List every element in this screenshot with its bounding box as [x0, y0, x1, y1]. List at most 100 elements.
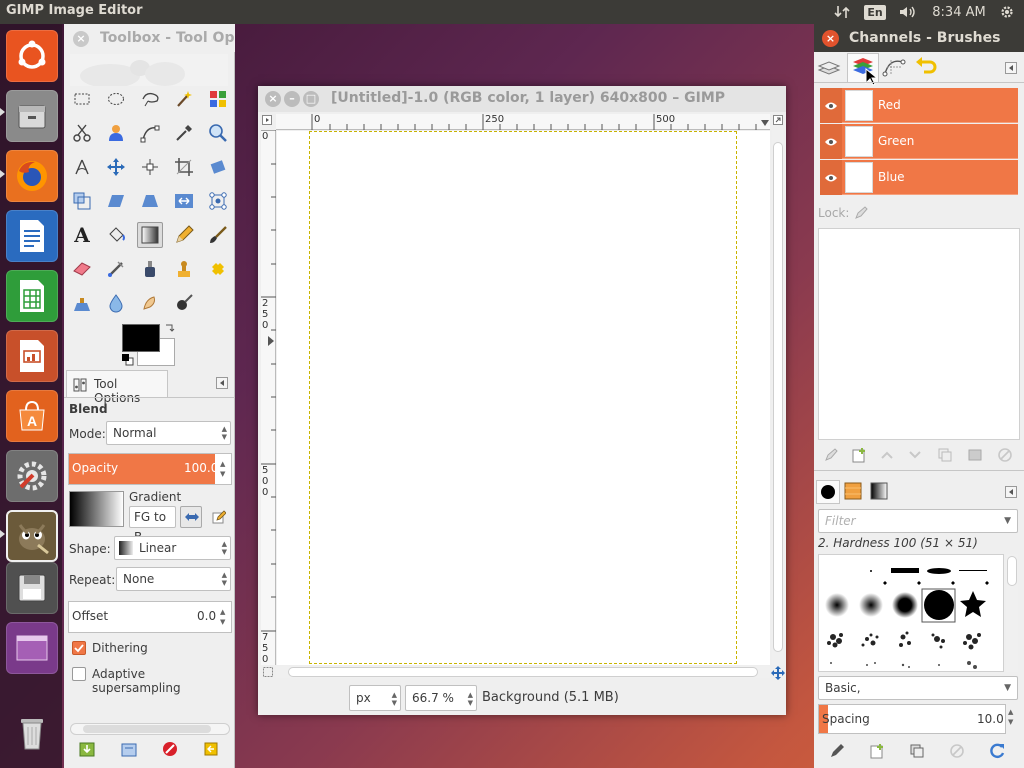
move-tool-icon[interactable] — [103, 154, 129, 180]
ink-tool-icon[interactable] — [137, 256, 163, 282]
paths-tool-icon[interactable] — [137, 120, 163, 146]
paintbrush-tool-icon[interactable] — [205, 222, 231, 248]
horizontal-scrollbar[interactable] — [70, 723, 230, 735]
eraser-tool-icon[interactable] — [69, 256, 95, 282]
repeat-select[interactable]: None ▲ ▼ — [116, 567, 231, 591]
perspective-tool-icon[interactable] — [137, 188, 163, 214]
delete-channel-icon[interactable] — [994, 444, 1016, 466]
maximize-icon[interactable]: □ — [303, 91, 319, 107]
save-tool-preset-icon[interactable] — [78, 740, 96, 758]
canvas-viewport[interactable] — [277, 131, 770, 665]
quick-mask-corner-icon[interactable] — [261, 114, 274, 128]
edit-gradient-icon[interactable] — [212, 510, 226, 524]
libreoffice-writer-icon[interactable] — [6, 210, 58, 262]
duplicate-brush-icon[interactable] — [906, 740, 928, 762]
save-disk-icon[interactable] — [6, 562, 58, 614]
libreoffice-calc-icon[interactable] — [6, 270, 58, 322]
scale-tool-icon[interactable] — [69, 188, 95, 214]
select-by-color-tool-icon[interactable] — [205, 86, 231, 112]
crop-tool-icon[interactable] — [171, 154, 197, 180]
flip-tool-icon[interactable] — [171, 188, 197, 214]
channel-row-red[interactable]: Red — [820, 88, 1018, 123]
navigate-icon[interactable] — [771, 666, 785, 680]
zoom-select[interactable]: 66.7 % ▲ ▼ — [405, 685, 477, 711]
unit-select[interactable]: px ▲ ▼ — [349, 685, 401, 711]
shape-select[interactable]: Linear ▲ ▼ — [114, 536, 231, 560]
dodge-burn-tool-icon[interactable] — [171, 290, 197, 316]
tab-paths-icon[interactable] — [881, 54, 911, 82]
channel-to-selection-icon[interactable] — [964, 444, 986, 466]
scrollbar-thumb[interactable] — [83, 725, 211, 733]
blur-sharpen-tool-icon[interactable] — [103, 290, 129, 316]
vertical-scrollbar[interactable] — [772, 130, 784, 665]
volume-icon[interactable] — [896, 0, 920, 24]
mode-select[interactable]: Normal ▲ ▼ — [106, 421, 231, 445]
raise-channel-icon[interactable] — [876, 444, 898, 466]
edit-brush-icon[interactable] — [826, 740, 848, 762]
files-icon[interactable] — [6, 90, 58, 142]
gimp-icon[interactable] — [6, 510, 58, 562]
measure-tool-icon[interactable] — [69, 154, 95, 180]
cage-transform-tool-icon[interactable] — [205, 188, 231, 214]
brush-filter-input[interactable]: Filter ▼ — [818, 509, 1018, 533]
offset-slider[interactable]: Offset 0.0 ▲ ▼ — [68, 601, 232, 633]
tab-tool-options[interactable]: Tool Options — [66, 370, 168, 405]
scrollbar-thumb[interactable] — [288, 667, 758, 677]
tab-layers-icon[interactable] — [816, 54, 846, 82]
brushes-grid[interactable] — [818, 554, 1004, 672]
zoom-image-icon[interactable] — [772, 114, 786, 128]
gradient-name-field[interactable]: FG to B — [129, 506, 176, 544]
tab-menu-icon[interactable] — [1005, 486, 1017, 498]
visibility-eye-icon[interactable] — [820, 88, 842, 123]
software-center-icon[interactable]: A — [6, 390, 58, 442]
foreground-color-swatch[interactable] — [122, 324, 160, 352]
image-window-titlebar[interactable]: × – □ [Untitled]-1.0 (RGB color, 1 layer… — [258, 86, 786, 112]
dithering-checkbox[interactable] — [72, 641, 86, 655]
scissors-select-tool-icon[interactable] — [69, 120, 95, 146]
smudge-tool-icon[interactable] — [137, 290, 163, 316]
tab-brushes-icon[interactable] — [816, 480, 840, 504]
clone-tool-icon[interactable] — [171, 256, 197, 282]
workspace-switcher-icon[interactable] — [6, 622, 58, 674]
blend-tool-icon[interactable] — [137, 222, 163, 248]
image-canvas[interactable] — [309, 131, 737, 664]
default-colors-icon[interactable] — [122, 354, 134, 366]
delete-tool-preset-icon[interactable] — [161, 740, 179, 758]
rotate-tool-icon[interactable] — [205, 154, 231, 180]
close-icon[interactable]: × — [73, 31, 89, 47]
new-channel-icon[interactable] — [848, 444, 870, 466]
fuzzy-select-tool-icon[interactable] — [171, 86, 197, 112]
ubuntu-dash-icon[interactable] — [6, 30, 58, 82]
perspective-clone-tool-icon[interactable] — [69, 290, 95, 316]
lock-pixels-icon[interactable] — [854, 206, 868, 220]
zoom-tool-icon[interactable] — [205, 120, 231, 146]
align-tool-icon[interactable] — [137, 154, 163, 180]
tab-undo-history-icon[interactable] — [913, 54, 943, 82]
close-icon[interactable]: × — [822, 30, 839, 47]
reverse-gradient-button[interactable] — [180, 506, 202, 528]
delete-brush-icon[interactable] — [946, 740, 968, 762]
tab-menu-icon[interactable] — [1005, 62, 1017, 74]
ellipse-select-tool-icon[interactable] — [103, 86, 129, 112]
rect-select-tool-icon[interactable] — [69, 86, 95, 112]
horizontal-ruler[interactable]: 0 250 500 — [276, 114, 770, 130]
pencil-tool-icon[interactable] — [171, 222, 197, 248]
free-select-tool-icon[interactable] — [137, 86, 163, 112]
foreground-select-tool-icon[interactable] — [103, 120, 129, 146]
visibility-eye-icon[interactable] — [820, 124, 842, 159]
channel-row-green[interactable]: Green — [820, 124, 1018, 159]
scrollbar-thumb[interactable] — [1007, 556, 1017, 586]
spinner-arrows-icon[interactable]: ▲ ▼ — [1008, 707, 1013, 727]
tab-patterns-icon[interactable] — [842, 480, 866, 504]
network-icon[interactable] — [832, 0, 852, 24]
vertical-ruler[interactable]: 0 250 500 750 — [261, 130, 276, 665]
adaptive-supersampling-checkbox[interactable] — [72, 667, 86, 681]
color-picker-tool-icon[interactable] — [171, 120, 197, 146]
brush-tag-select[interactable]: Basic, ▼ — [818, 676, 1018, 700]
airbrush-tool-icon[interactable] — [103, 256, 129, 282]
bucket-fill-tool-icon[interactable] — [103, 222, 129, 248]
duplicate-channel-icon[interactable] — [934, 444, 956, 466]
edit-channel-icon[interactable] — [820, 444, 842, 466]
navigate-menu-icon[interactable] — [760, 119, 770, 127]
close-icon[interactable]: × — [265, 91, 281, 107]
